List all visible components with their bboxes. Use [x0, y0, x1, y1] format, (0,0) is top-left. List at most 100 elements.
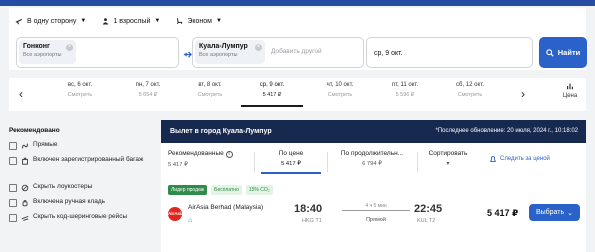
find-label: Найти — [557, 48, 581, 57]
date-option[interactable]: пт, 11 окт. 5 596 ₽ — [374, 82, 436, 107]
sort-value: 5 417 ₽ — [168, 162, 188, 168]
stops-label: Прямой — [366, 217, 386, 223]
date-price: 5 417 ₽ — [262, 92, 282, 98]
lowcost-icon — [21, 184, 29, 192]
date-option[interactable]: сб, 12 окт. Смотреть — [439, 82, 501, 107]
date-price: Смотреть — [457, 92, 483, 98]
bar-chart-icon — [567, 83, 573, 90]
to-city: Куала-Лумпур — [199, 43, 248, 50]
arrival-airport: KUL T2 — [417, 218, 436, 224]
date-price: Смотреть — [67, 92, 93, 98]
sort-label: По цене — [278, 150, 304, 157]
tag-free: Бесплатно — [211, 185, 242, 195]
checkbox[interactable] — [9, 157, 17, 165]
date-option[interactable]: вт, 8 окт. Смотреть — [179, 82, 241, 107]
sort-by-duration[interactable]: По продолжительн... 6 794 ₽ — [331, 150, 413, 174]
plane-icon — [15, 18, 23, 25]
date-label: чт, 10 окт. — [326, 82, 354, 88]
price-alert-label: Следить за ценой — [500, 156, 550, 162]
person-icon — [103, 18, 109, 25]
checkbox[interactable] — [9, 199, 17, 207]
date-price: Смотреть — [197, 92, 223, 98]
date-label: ср, 9 окт. — [259, 82, 285, 88]
filters-title: Рекомендовано — [9, 127, 60, 134]
codeshare-icon — [21, 215, 29, 221]
find-button[interactable]: Найти — [539, 37, 587, 68]
filter-label: Скрыть лоукостеры — [33, 183, 93, 190]
chevron-left-icon[interactable]: ‹ — [19, 87, 23, 101]
date-option[interactable]: пн, 7 окт. 5 654 ₽ — [117, 82, 179, 107]
price-chart-button[interactable]: Цена — [557, 82, 583, 99]
price-alert-button[interactable]: Следить за ценой — [489, 155, 550, 163]
date-option[interactable]: ср, 9 окт. 5 417 ₽ — [241, 82, 303, 107]
top-bar — [0, 0, 595, 6]
choose-label: Выбрать — [535, 209, 565, 216]
sort-recommended[interactable]: Рекомендованные i 5 417 ₽ — [168, 150, 246, 174]
plane-icon — [183, 50, 192, 58]
date-option[interactable]: чт, 10 окт. Смотреть — [309, 82, 371, 107]
filter-checked-bag[interactable]: Включен зарегистрированный багаж — [9, 156, 159, 183]
date-price: 5 654 ₽ — [138, 92, 158, 98]
filter-label: Прямые — [33, 141, 58, 148]
date-price: Смотреть — [327, 92, 353, 98]
route-line — [342, 210, 410, 211]
checkbox[interactable] — [9, 184, 17, 192]
to-city-chip[interactable]: Куала-Лумпур Все аэропорты × — [195, 40, 265, 64]
sort-value: 5 417 ₽ — [281, 161, 301, 167]
chevron-down-icon: ▾ — [446, 161, 450, 167]
sort-value: 6 794 ₽ — [362, 161, 382, 167]
bell-icon — [489, 156, 497, 162]
filters-panel: Рекомендовано Прямые Включен зарегистрир… — [9, 127, 159, 228]
filter-direct[interactable]: Прямые — [9, 141, 159, 156]
tag-bestseller: Лидер продаж — [168, 185, 208, 195]
date-value: ср, 9 окт. — [374, 50, 403, 57]
price-chart-label: Цена — [562, 93, 578, 99]
divider — [254, 152, 255, 172]
from-city-chip[interactable]: Гонконг Все аэропорты × — [19, 40, 76, 64]
to-field[interactable]: Куала-Лумпур Все аэропорты × Добавить др… — [192, 37, 364, 68]
to-airports: Все аэропорты — [199, 52, 238, 58]
last-updated: *Последнее обновление: 20 июля, 2024 г.,… — [435, 128, 578, 134]
filter-hide-codeshare[interactable]: Скрыть код-шеринговые рейсы — [9, 213, 159, 228]
cabin-bag-icon: ⌂ — [188, 217, 193, 224]
passengers-label: 1 взрослый — [113, 17, 151, 25]
sort-dropdown[interactable]: Сортировать ▾ — [423, 150, 473, 174]
arrival-time: 22:45 — [414, 203, 443, 215]
filter-cabin-bag[interactable]: Включена ручная кладь — [9, 198, 159, 213]
sort-label: По продолжительн... — [340, 150, 404, 157]
search-icon — [545, 48, 554, 57]
date-label: пн, 7 окт. — [135, 82, 161, 88]
remove-icon[interactable]: × — [66, 44, 73, 51]
filter-label: Включен зарегистрированный багаж — [33, 156, 144, 163]
chevron-down-icon: ▼ — [215, 18, 222, 24]
filter-label: Включена ручная кладь — [33, 198, 106, 205]
cabin-class-select[interactable]: Эконом ▼ — [176, 17, 222, 25]
checkbox[interactable] — [9, 214, 17, 222]
departure-airport: HKG T1 — [302, 218, 322, 224]
from-field[interactable]: Гонконг Все аэропорты × — [16, 37, 179, 68]
suitcase-icon — [22, 157, 28, 165]
results-panel: Вылет в город Куала-Лумпур *Последнее об… — [161, 120, 586, 252]
filter-hide-lowcost[interactable]: Скрыть лоукостеры — [9, 183, 159, 198]
chevron-right-icon[interactable]: › — [521, 87, 525, 101]
checkbox[interactable] — [9, 142, 17, 150]
date-label: вт, 8 окт. — [198, 82, 222, 88]
sort-by-price[interactable]: По цене 5 417 ₽ — [261, 150, 321, 174]
airline-logo: AirAsia — [168, 207, 184, 221]
date-label: вс, 6 окт. — [67, 82, 93, 88]
cabin-class-label: Эконом — [187, 17, 212, 25]
remove-icon[interactable]: × — [255, 44, 262, 51]
flight-card[interactable]: AirAsia AirAsia Berhad (Malaysia) ⌂ 18:4… — [161, 200, 586, 240]
info-icon[interactable]: i — [225, 151, 233, 158]
results-header: Вылет в город Куала-Лумпур *Последнее об… — [161, 120, 586, 143]
flight-duration: 4 ч 5 мин — [365, 203, 387, 209]
choose-button[interactable]: Выбрать ⌄ — [529, 204, 580, 221]
add-destination-input[interactable]: Добавить другой — [271, 48, 322, 55]
date-field[interactable]: ср, 9 окт. — [366, 37, 533, 68]
date-option[interactable]: вс, 6 окт. Смотреть — [49, 82, 111, 107]
results-title: Вылет в город Куала-Лумпур — [170, 128, 272, 135]
divider — [327, 152, 328, 172]
passengers-select[interactable]: 1 взрослый ▼ — [102, 17, 160, 25]
from-city: Гонконг — [23, 43, 50, 50]
trip-type-select[interactable]: В одну сторону ▼ — [15, 17, 86, 25]
